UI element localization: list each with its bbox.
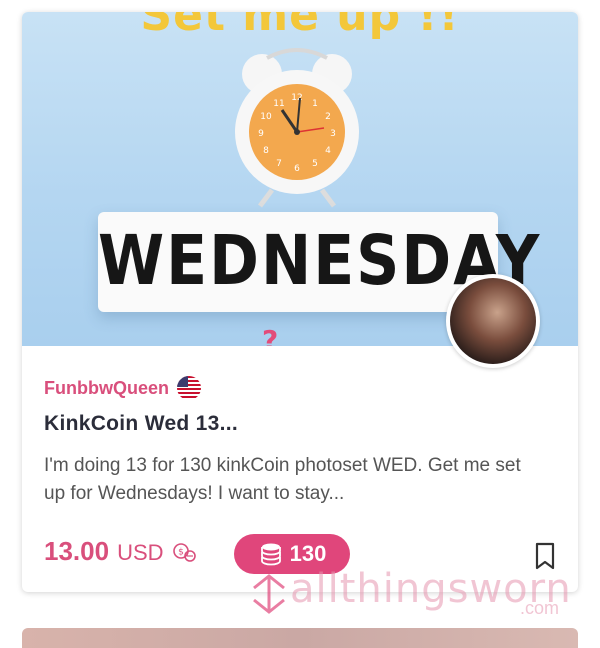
coin-stack-icon	[260, 543, 281, 566]
seller-row: FunbbwQueen	[44, 376, 201, 400]
lightbox-sign: WEDNESDAY	[98, 212, 542, 312]
svg-text:11: 11	[273, 99, 284, 109]
svg-text:$: $	[178, 548, 184, 558]
svg-text:9: 9	[258, 129, 264, 139]
svg-text:8: 8	[263, 146, 269, 156]
svg-text:10: 10	[260, 112, 272, 122]
listing-title[interactable]: KinkCoin Wed 13...	[44, 412, 238, 436]
avatar-photo	[450, 278, 536, 364]
svg-text:5: 5	[312, 159, 318, 169]
kinkcoin-amount: 130	[289, 541, 327, 566]
svg-text:6: 6	[294, 164, 300, 174]
alarm-clock-illustration: 12 1 2 3 4 5 6 7 8 9 10 11	[235, 48, 359, 208]
seller-avatar[interactable]	[446, 274, 540, 368]
next-listing-card-preview[interactable]	[22, 628, 578, 648]
price-currency: USD	[117, 540, 164, 565]
currency-exchange-icon[interactable]: $	[172, 542, 198, 564]
watermark-logo-icon	[253, 574, 285, 614]
svg-text:4: 4	[325, 146, 331, 156]
price-row: 13.00 USD $	[44, 536, 198, 567]
price-amount: 13.00	[44, 536, 110, 566]
svg-text:12: 12	[291, 93, 302, 103]
seller-name-link[interactable]: FunbbwQueen	[44, 378, 169, 399]
image-bottom-text: ?	[262, 324, 281, 346]
listing-card[interactable]: Set me up !! 12 1 2 3 4 5 6 7 8 9 10 11	[22, 12, 578, 592]
listing-description: I'm doing 13 for 130 kinkCoin photoset W…	[44, 455, 521, 504]
lightbox-word: WEDNESDAY	[98, 220, 542, 302]
image-top-text: Set me up !!	[140, 12, 460, 41]
svg-text:1: 1	[312, 99, 318, 109]
svg-text:3: 3	[330, 129, 336, 139]
svg-text:7: 7	[276, 159, 282, 169]
watermark-domain: .com	[520, 598, 560, 618]
us-flag-icon	[177, 376, 201, 400]
svg-text:2: 2	[325, 112, 331, 122]
